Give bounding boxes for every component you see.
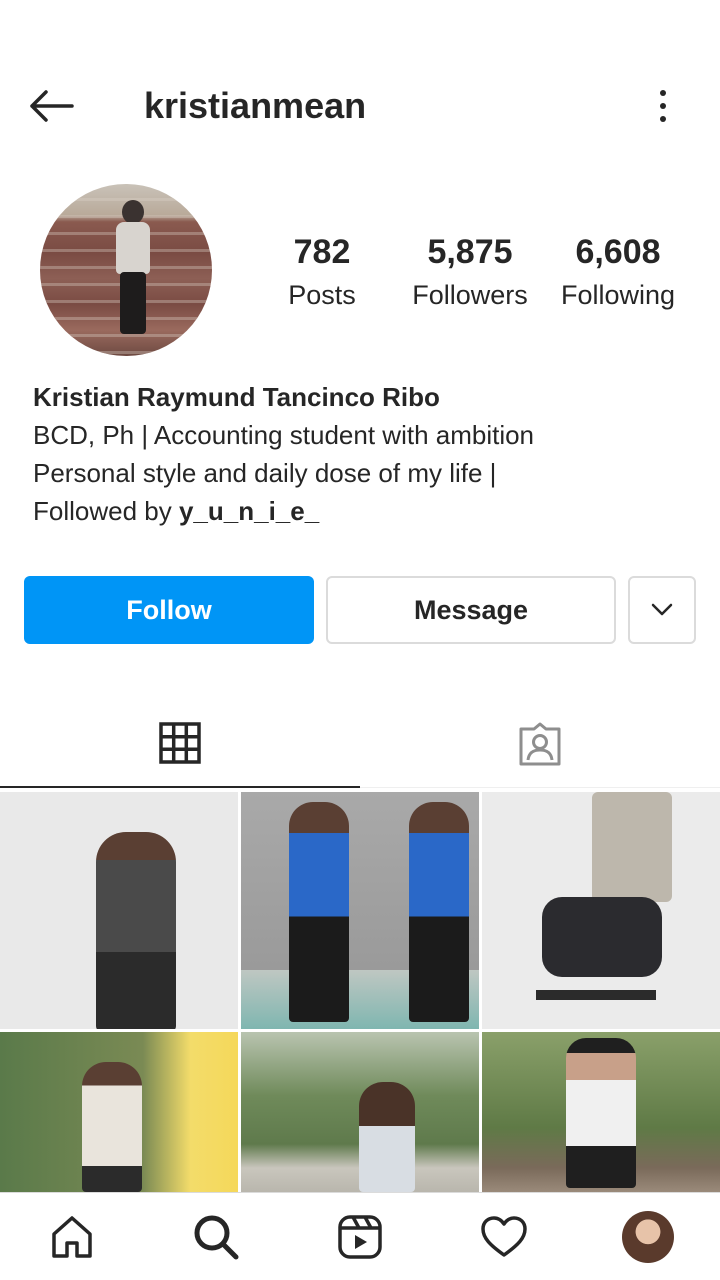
post-thumbnail[interactable]	[0, 1032, 238, 1192]
post-figure	[359, 1082, 415, 1192]
back-button[interactable]	[28, 84, 84, 128]
tagged-icon	[519, 722, 561, 766]
stat-following-label: Following	[560, 280, 676, 310]
stat-followers[interactable]: 5,875 Followers	[406, 228, 534, 314]
stat-following-value: 6,608	[575, 233, 661, 271]
home-icon	[52, 1216, 92, 1258]
more-options-dot	[660, 103, 666, 109]
more-options-icon	[660, 90, 666, 96]
suggested-accounts-button[interactable]	[628, 576, 696, 644]
followed-by-prefix: Followed by	[33, 496, 179, 526]
post-thumbnail[interactable]	[482, 1032, 720, 1192]
post-figure	[542, 897, 662, 977]
follow-button[interactable]: Follow	[24, 576, 314, 644]
avatar-person-legs	[120, 272, 146, 334]
stat-followers-label: Followers	[412, 280, 528, 310]
nav-home[interactable]	[0, 1193, 144, 1280]
bottom-navigation	[0, 1192, 720, 1280]
stat-followers-value: 5,875	[427, 233, 513, 271]
profile-username: kristianmean	[144, 85, 367, 126]
post-thumbnail[interactable]	[482, 792, 720, 1029]
tab-tagged[interactable]	[360, 700, 720, 788]
post-thumbnail[interactable]	[241, 792, 479, 1029]
tab-posts-grid[interactable]	[0, 700, 360, 788]
post-thumbnail[interactable]	[241, 1032, 479, 1192]
avatar-person	[112, 192, 152, 342]
post-figure	[536, 990, 656, 1000]
post-thumbnail[interactable]	[0, 792, 238, 1029]
nav-activity[interactable]	[432, 1193, 576, 1280]
followed-by[interactable]: Followed by y_u_n_i_e_	[33, 492, 693, 530]
stat-following[interactable]: 6,608 Following	[554, 228, 682, 314]
bio-line-2: Personal style and daily dose of my life…	[33, 458, 497, 488]
back-arrow-icon	[30, 90, 74, 122]
profile-avatar-icon	[622, 1211, 674, 1263]
followed-by-user[interactable]: y_u_n_i_e_	[179, 496, 319, 526]
profile-full-name: Kristian Raymund Tancinco Ribo	[33, 382, 440, 412]
search-icon	[194, 1215, 239, 1260]
profile-bio: Kristian Raymund Tancinco Ribo BCD, Ph |…	[33, 378, 693, 530]
post-figure	[82, 1062, 142, 1192]
more-options-dot	[660, 116, 666, 122]
more-options-button[interactable]	[648, 84, 678, 128]
profile-stats: 782 Posts 5,875 Followers 6,608 Followin…	[260, 228, 700, 318]
heart-icon	[481, 1216, 527, 1257]
profile-avatar[interactable]	[40, 184, 212, 356]
avatar-person-body	[116, 222, 150, 274]
stat-posts-value: 782	[293, 233, 351, 271]
reels-icon	[338, 1215, 382, 1259]
post-figure	[592, 792, 672, 902]
post-figure	[409, 802, 469, 1022]
nav-profile[interactable]	[576, 1193, 720, 1280]
post-figure	[289, 802, 349, 1022]
posts-grid	[0, 792, 720, 1192]
profile-header: kristianmean	[0, 70, 720, 142]
stat-posts-label: Posts	[288, 280, 356, 310]
bio-line-1: BCD, Ph | Accounting student with ambiti…	[33, 420, 535, 450]
profile-actions: Follow Message	[24, 576, 696, 644]
nav-reels[interactable]	[288, 1193, 432, 1280]
avatar-person-head	[122, 200, 144, 224]
message-button[interactable]: Message	[326, 576, 616, 644]
chevron-down-icon	[651, 603, 673, 616]
nav-search[interactable]	[144, 1193, 288, 1280]
stat-posts[interactable]: 782 Posts	[272, 228, 372, 314]
post-figure	[566, 1038, 636, 1188]
post-figure	[96, 832, 176, 1029]
grid-icon	[159, 722, 201, 764]
profile-tabs	[0, 700, 720, 788]
